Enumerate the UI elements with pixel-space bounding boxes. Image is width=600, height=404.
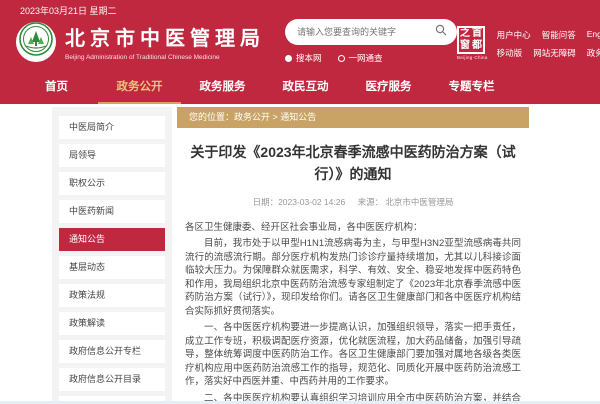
quick-link-1-2[interactable]: 政务服务网 (587, 47, 600, 59)
quick-links-row-1: 移动版网站无障碍政务服务网 (497, 47, 600, 59)
sidebar-item-6[interactable]: 政策法规 (59, 284, 165, 307)
search-box (285, 19, 457, 45)
article-paragraph-1: 目前，我市处于以甲型H1N1流感病毒为主，与甲型H3N2亚型流感病毒共同流行的流… (185, 237, 521, 318)
quick-link-1-1[interactable]: 网站无障碍 (533, 47, 576, 59)
search-scope-label: 搜本网 (296, 52, 322, 64)
sidebar-item-3[interactable]: 中医药新闻 (59, 200, 165, 223)
nav-item-0[interactable]: 首页 (15, 74, 98, 104)
seal-caption: Beijing·China (457, 55, 488, 60)
article-meta: 日期：2023-03-02 14:26 来源： 北京市中医管理局 (185, 196, 521, 208)
article-body: 各区卫生健康委、经开区社会事业局，各中医医疗机构： 目前，我市处于以甲型H1N1流… (185, 221, 521, 404)
search-area: 搜本网 一网通查 (285, 19, 457, 64)
site-logo[interactable] (16, 22, 56, 62)
article: 关于印发《2023年北京春季流感中医药防治方案（试行）》的通知 日期：2023-… (177, 128, 529, 404)
page: 2023年03月21日 星期二 北京市中医管理局 B (0, 0, 600, 404)
sidebar-item-2[interactable]: 职权公示 (59, 172, 165, 195)
sidebar-item-8[interactable]: 政府信息公开专栏 (59, 340, 165, 363)
search-icon[interactable] (435, 23, 447, 41)
quick-links: 用户中心智能问答 English 移动版网站无障碍政务服务网 (497, 26, 600, 59)
quick-link-1-0[interactable]: 移动版 (497, 47, 523, 59)
article-title: 关于印发《2023年北京春季流感中医药防治方案（试行）》的通知 (185, 141, 521, 186)
quick-link-0-1[interactable]: 智能问答 (542, 29, 576, 41)
seal-characters: 之 首 窗 都 (457, 26, 485, 54)
seal-char: 都 (472, 40, 482, 52)
seal-char: 窗 (460, 40, 470, 52)
seal-char: 之 (460, 28, 470, 40)
capital-window-seal[interactable]: 之 首 窗 都 Beijing·China (457, 26, 488, 60)
nav-item-5[interactable]: 专题专栏 (430, 74, 513, 104)
search-input[interactable] (295, 26, 435, 38)
site-header: 2023年03月21日 星期二 北京市中医管理局 B (0, 0, 600, 104)
article-paragraph-0: 各区卫生健康委、经开区社会事业局，各中医医疗机构： (185, 221, 521, 235)
site-title-english: Beijing Administration of Traditional Ch… (65, 54, 265, 61)
search-scope-label: 一网通查 (349, 52, 383, 64)
radio-dot-icon (338, 55, 345, 62)
search-scope-row: 搜本网 一网通查 (285, 52, 457, 64)
nav-item-2[interactable]: 政务服务 (181, 74, 264, 104)
nav-item-1[interactable]: 政务公开 (98, 74, 181, 104)
search-scope-option-0[interactable]: 搜本网 (285, 52, 322, 64)
sidebar-item-0[interactable]: 中医局简介 (59, 116, 165, 139)
main-panel: 您的位置：政务公开 > 通知公告 关于印发《2023年北京春季流感中医药防治方案… (177, 107, 529, 404)
breadcrumb[interactable]: 您的位置：政务公开 > 通知公告 (177, 107, 529, 128)
quick-link-0-2[interactable]: English (587, 29, 600, 41)
radio-dot-icon (285, 55, 292, 62)
main-nav: 首页政务公开政务服务政民互动医疗服务专题专栏 (15, 74, 600, 104)
quick-link-0-0[interactable]: 用户中心 (497, 29, 531, 41)
site-title-block: 北京市中医管理局 Beijing Administration of Tradi… (65, 22, 265, 61)
nav-item-4[interactable]: 医疗服务 (347, 74, 430, 104)
header-right-block: 之 首 窗 都 Beijing·China 用户中心智能问答 English 移动版… (457, 24, 600, 60)
article-date: 日期：2023-03-02 14:26 (253, 197, 346, 207)
nav-item-3[interactable]: 政民互动 (264, 74, 347, 104)
site-title: 北京市中医管理局 (65, 22, 265, 51)
tree-emblem-icon (19, 22, 53, 61)
sidebar-item-5[interactable]: 基层动态 (59, 256, 165, 279)
sidebar-item-7[interactable]: 政策解读 (59, 312, 165, 335)
seal-char: 首 (472, 28, 482, 40)
article-paragraph-2: 一、各中医医疗机构要进一步提高认识，加强组织领导，落实一把手责任，成立工作专班，… (185, 321, 521, 389)
sidebar-item-9[interactable]: 政府信息公开目录 (59, 368, 165, 391)
search-scope-option-1[interactable]: 一网通查 (338, 52, 383, 64)
article-source: 来源： 北京市中医管理局 (358, 197, 454, 207)
quick-links-row-0: 用户中心智能问答 English (497, 29, 600, 41)
sidebar-item-4[interactable]: 通知公告 (59, 228, 165, 251)
current-date: 2023年03月21日 星期二 (20, 4, 117, 17)
sidebar-item-1[interactable]: 局领导 (59, 144, 165, 167)
sidebar-menu: 中医局简介局领导职权公示中医药新闻通知公告基层动态政策法规政策解读政府信息公开专… (52, 107, 172, 404)
content-area: 中医局简介局领导职权公示中医药新闻通知公告基层动态政策法规政策解读政府信息公开专… (0, 107, 600, 404)
